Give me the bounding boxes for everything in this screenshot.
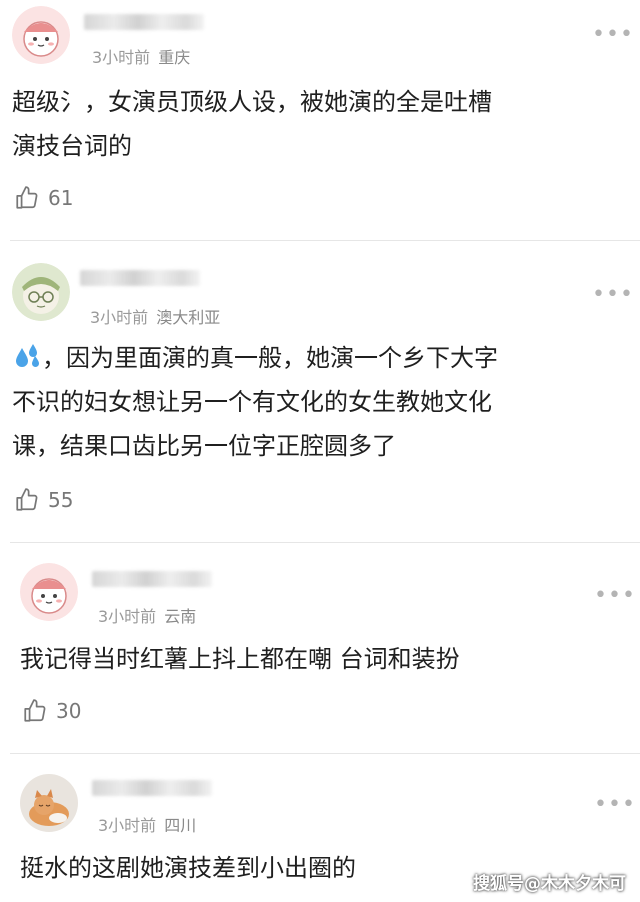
like-count: 30 <box>56 699 82 723</box>
comment-text: ，因为里面演的真一般，她演一个乡下大字 不识的妇女想让另一个有文化的女生教她文化… <box>12 336 498 468</box>
comment-item: 3小时前 云南 ••• 我记得当时红薯上抖上都在嘲 台词和装扮 30 <box>0 543 640 753</box>
thumbs-up-icon <box>24 699 46 722</box>
avatar[interactable] <box>20 774 78 832</box>
comment-time: 3小时前 <box>98 607 157 626</box>
avatar[interactable] <box>12 263 70 321</box>
thumbs-up-icon <box>16 186 38 209</box>
watermark: 搜狐号@木木夕木可 <box>473 874 626 894</box>
comment-meta: 3小时前 重庆 <box>92 44 190 68</box>
comment-text: 超级氵，女演员顶级人设，被她演的全是吐槽 演技台词的 <box>12 80 492 168</box>
comment-text: 我记得当时红薯上抖上都在嘲 台词和装扮 <box>20 637 460 681</box>
username-redacted[interactable] <box>92 780 212 796</box>
avatar-image <box>12 6 70 64</box>
more-options-icon[interactable]: ••• <box>594 794 636 816</box>
avatar-image <box>20 774 78 832</box>
comment-text: 挺水的这剧她演技差到小出圈的 <box>20 846 356 890</box>
thumbs-up-icon <box>16 488 38 511</box>
more-options-icon[interactable]: ••• <box>594 585 636 607</box>
comment-location: 云南 <box>164 607 197 626</box>
comment-meta: 3小时前 四川 <box>98 812 196 836</box>
avatar[interactable] <box>20 563 78 621</box>
avatar-image <box>12 263 70 321</box>
comment-item: 3小时前 澳大利亚 ••• ，因为里面演的真一般，她演一个乡下大字 不识的妇女想让… <box>0 242 640 542</box>
comment-meta: 3小时前 澳大利亚 <box>90 304 220 328</box>
like-button[interactable]: 30 <box>22 698 81 724</box>
like-count: 61 <box>48 186 74 210</box>
avatar-image <box>20 563 78 621</box>
username-redacted[interactable] <box>80 270 200 286</box>
comment-line-text: ，因为里面演的真一般，她演一个乡下大字 <box>42 344 498 372</box>
comment-line: 课，结果口齿比另一位字正腔圆多了 <box>12 432 396 460</box>
sweat-droplets-icon <box>12 342 42 372</box>
comment-line: 挺水的这剧她演技差到小出圈的 <box>20 854 356 882</box>
like-button[interactable]: 61 <box>14 185 73 211</box>
comment-meta: 3小时前 云南 <box>98 603 196 627</box>
comment-time: 3小时前 <box>98 816 157 835</box>
like-button[interactable]: 55 <box>14 487 73 513</box>
comment-time: 3小时前 <box>90 308 149 327</box>
avatar[interactable] <box>12 6 70 64</box>
username-redacted[interactable] <box>84 14 204 30</box>
like-count: 55 <box>48 488 74 512</box>
comment-line: 演技台词的 <box>12 132 132 160</box>
comment-location: 重庆 <box>158 48 191 67</box>
comment-location: 四川 <box>164 816 197 835</box>
comment-line: ，因为里面演的真一般，她演一个乡下大字 <box>12 336 498 380</box>
comment-line: 不识的妇女想让另一个有文化的女生教她文化 <box>12 388 492 416</box>
comment-line: 超级氵，女演员顶级人设，被她演的全是吐槽 <box>12 88 492 116</box>
more-options-icon[interactable]: ••• <box>592 284 634 306</box>
comment-item: 3小时前 重庆 ••• 超级氵，女演员顶级人设，被她演的全是吐槽 演技台词的 61 <box>0 0 640 242</box>
comment-line: 我记得当时红薯上抖上都在嘲 台词和装扮 <box>20 645 460 673</box>
divider <box>10 240 640 241</box>
username-redacted[interactable] <box>92 571 212 587</box>
comment-time: 3小时前 <box>92 48 151 67</box>
comment-location: 澳大利亚 <box>156 308 221 327</box>
more-options-icon[interactable]: ••• <box>592 24 634 46</box>
